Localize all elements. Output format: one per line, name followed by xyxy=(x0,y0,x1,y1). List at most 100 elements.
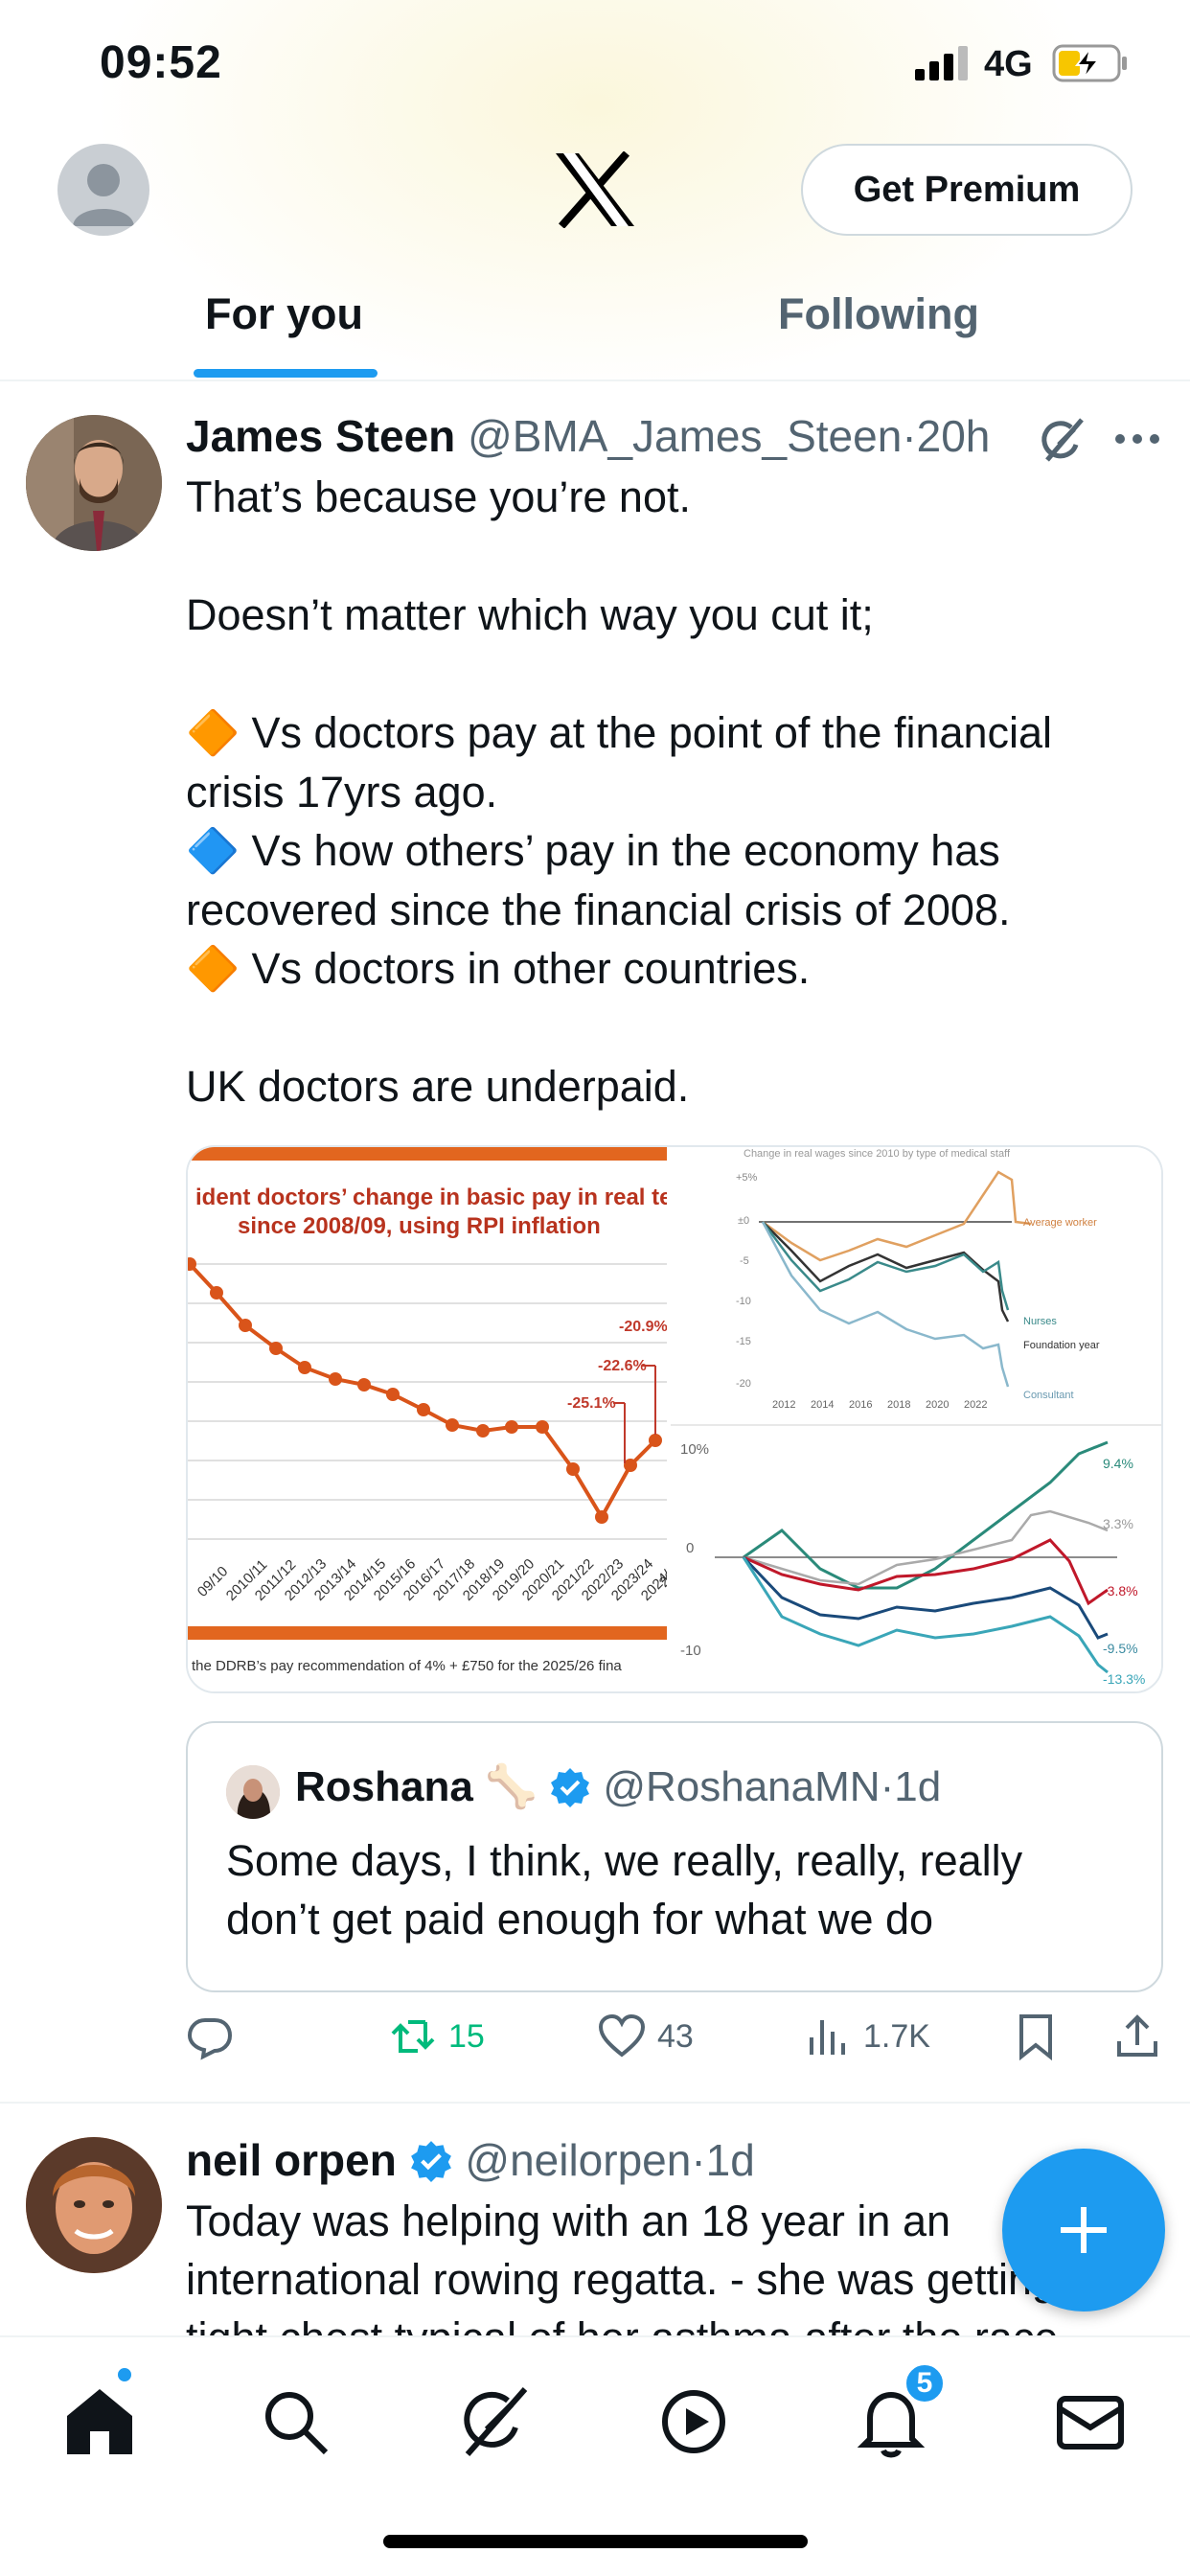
quoted-author-name: Roshana xyxy=(295,1763,473,1810)
notification-count-badge: 5 xyxy=(904,2362,946,2404)
tweet[interactable]: James Steen @BMA_James_Steen·20h That’s … xyxy=(0,383,1190,2104)
author-avatar[interactable] xyxy=(26,2137,162,2273)
repost-button[interactable]: 15 xyxy=(389,2012,485,2060)
get-premium-button[interactable]: Get Premium xyxy=(801,144,1133,236)
home-unread-dot xyxy=(115,2365,134,2384)
left-title-2: since 2008/09, using RPI inflation xyxy=(238,1213,601,1239)
author-handle[interactable]: @BMA_James_Steen xyxy=(468,411,902,461)
verified-badge-icon xyxy=(410,2141,451,2182)
like-count: 43 xyxy=(657,2017,694,2055)
author-avatar[interactable] xyxy=(26,415,162,551)
svg-text:Foundation year: Foundation year xyxy=(1023,1340,1100,1351)
quoted-author-avatar[interactable] xyxy=(226,1765,280,1819)
tweet-actions: 15 43 1.7K xyxy=(186,2012,1163,2080)
share-button[interactable] xyxy=(1113,2012,1161,2060)
wage-comparison-image[interactable]: 10% 0 -10 9.4% 3.3% -3.8% -9.5% -13.3% xyxy=(673,1427,1161,1691)
reply-icon xyxy=(187,2018,233,2060)
author-handle[interactable]: @neilorpen xyxy=(465,2135,691,2185)
svg-text:2020: 2020 xyxy=(926,1399,949,1411)
repost-icon xyxy=(391,2020,435,2053)
home-indicator xyxy=(383,2535,808,2548)
svg-text:2012: 2012 xyxy=(772,1399,795,1411)
quoted-author-handle: @RoshanaMN xyxy=(603,1763,881,1810)
bone-emoji: 🦴 xyxy=(485,1763,538,1810)
quoted-tweet-text: Some days, I think, we really, really, r… xyxy=(226,1836,1023,1944)
bookmark-icon xyxy=(1019,2014,1052,2060)
author-photo xyxy=(26,2137,162,2273)
svg-text:2014: 2014 xyxy=(811,1399,834,1411)
svg-text:-10: -10 xyxy=(680,1643,701,1659)
tab-for-you[interactable]: For you xyxy=(205,289,363,339)
svg-text:-15: -15 xyxy=(736,1336,751,1347)
grok-icon[interactable] xyxy=(1040,416,1087,464)
profile-avatar-button[interactable] xyxy=(57,144,149,236)
views-button[interactable]: 1.7K xyxy=(804,2012,930,2060)
cellular-signal-icon xyxy=(915,46,968,80)
svg-text:2022: 2022 xyxy=(964,1399,987,1411)
timeline-tabs: For you Following xyxy=(0,259,1190,381)
media-images: ident doctors’ change in basic pay in re… xyxy=(188,1147,1161,1691)
svg-text:2016: 2016 xyxy=(849,1399,872,1411)
tweet-header: James Steen @BMA_James_Steen·20h xyxy=(186,411,991,461)
svg-text:-10: -10 xyxy=(736,1296,751,1307)
label-25-1: -25.1% xyxy=(567,1395,616,1412)
repost-count: 15 xyxy=(448,2017,485,2055)
author-name[interactable]: James Steen xyxy=(186,411,455,461)
tweet-time[interactable]: 1d xyxy=(706,2135,755,2185)
svg-text:9.4%: 9.4% xyxy=(1103,1456,1133,1471)
x-logo-icon[interactable] xyxy=(554,151,636,228)
real-wages-chart-image[interactable]: Change in real wages since 2010 by type … xyxy=(673,1147,1161,1421)
label-22-6: -22.6% xyxy=(598,1358,647,1374)
verified-badge-icon xyxy=(551,1768,590,1807)
svg-text:Average worker: Average worker xyxy=(1023,1217,1097,1229)
svg-text:-9.5%: -9.5% xyxy=(1103,1641,1138,1656)
grok-icon[interactable] xyxy=(456,2383,533,2460)
svg-text:10%: 10% xyxy=(680,1441,709,1458)
svg-text:0: 0 xyxy=(686,1540,694,1556)
tweet-time[interactable]: 20h xyxy=(917,411,991,461)
reply-button[interactable] xyxy=(186,2012,245,2060)
svg-text:-5: -5 xyxy=(740,1255,749,1267)
tweet-text: That’s because you’re not. Doesn’t matte… xyxy=(186,472,1053,1111)
quoted-time: 1d xyxy=(894,1763,942,1810)
quoted-tweet[interactable]: Roshana 🦴 @RoshanaMN·1d Some days, I thi… xyxy=(186,1721,1163,1992)
more-options-icon[interactable] xyxy=(1113,431,1161,447)
svg-text:-13.3%: -13.3% xyxy=(1103,1671,1145,1687)
search-icon[interactable] xyxy=(257,2383,333,2460)
label-20-9: -20.9% xyxy=(619,1319,668,1335)
views-count: 1.7K xyxy=(863,2017,930,2055)
left-footer: the DDRB’s pay recommendation of 4% + £7… xyxy=(192,1658,622,1674)
tab-following[interactable]: Following xyxy=(778,289,979,339)
messages-mail-icon[interactable] xyxy=(1052,2383,1129,2460)
like-button[interactable]: 43 xyxy=(598,2012,694,2060)
rt-title: Change in real wages since 2010 by type … xyxy=(744,1148,1011,1160)
svg-text:2018: 2018 xyxy=(887,1399,910,1411)
quoted-tweet-header: Roshana 🦴 @RoshanaMN·1d xyxy=(295,1763,942,1810)
status-time: 09:52 xyxy=(100,37,222,88)
plus-icon xyxy=(1061,2207,1107,2253)
left-title-1: ident doctors’ change in basic pay in re… xyxy=(195,1184,672,1210)
svg-text:3.3%: 3.3% xyxy=(1103,1516,1133,1531)
svg-text:-20: -20 xyxy=(736,1378,751,1390)
svg-text:+5%: +5% xyxy=(736,1172,758,1184)
video-play-icon[interactable] xyxy=(655,2383,732,2460)
svg-text:Nurses: Nurses xyxy=(1023,1316,1057,1327)
share-icon xyxy=(1117,2014,1157,2057)
tweet-media[interactable]: ident doctors’ change in basic pay in re… xyxy=(186,1145,1163,1693)
status-bar: 09:52 4G xyxy=(0,0,1190,129)
home-icon[interactable] xyxy=(61,2383,138,2460)
views-icon xyxy=(810,2020,845,2055)
author-name[interactable]: neil orpen xyxy=(186,2135,397,2185)
network-type: 4G xyxy=(984,44,1033,84)
battery-charging-icon xyxy=(1052,44,1127,82)
heart-icon xyxy=(598,2013,646,2058)
default-avatar-icon xyxy=(73,164,134,226)
svg-text:Consultant: Consultant xyxy=(1023,1390,1074,1401)
svg-text:-3.8%: -3.8% xyxy=(1103,1583,1138,1598)
pay-chart-image[interactable]: ident doctors’ change in basic pay in re… xyxy=(188,1147,686,1691)
compose-post-button[interactable] xyxy=(1002,2149,1165,2312)
bookmark-button[interactable] xyxy=(1012,2012,1060,2060)
tweet-header: neil orpen @neilorpen·1d xyxy=(186,2135,755,2185)
svg-text:±0: ±0 xyxy=(738,1215,749,1227)
quoted-author-photo xyxy=(226,1765,280,1819)
